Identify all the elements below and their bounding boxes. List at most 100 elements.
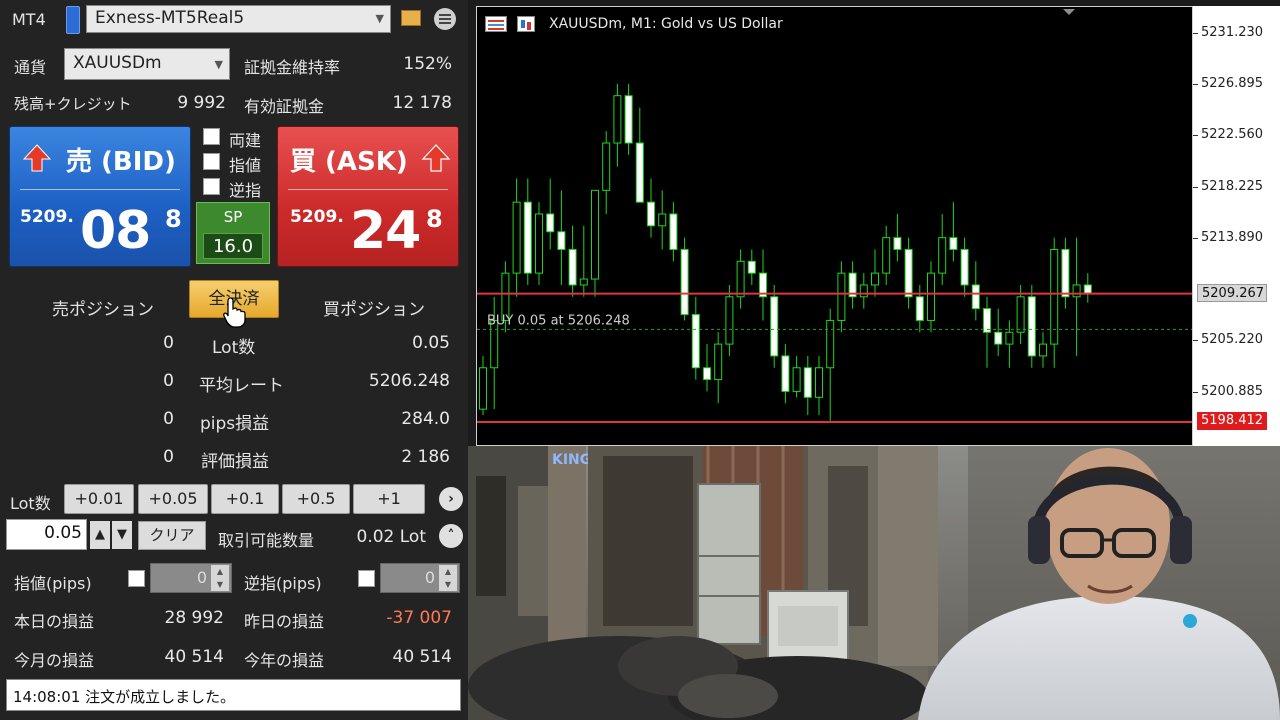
stop-pips-value: 0 xyxy=(424,568,435,587)
menu-icon[interactable] xyxy=(434,8,456,30)
stop-pips-checkbox[interactable] xyxy=(358,570,375,587)
candle-body xyxy=(714,343,723,381)
price-axis: 5231.230 5226.895 5222.560 5218.225 5213.890… xyxy=(1193,6,1280,446)
sell-button[interactable]: 売 (BID) 5209. 08 8 xyxy=(9,126,191,267)
lot-plus-005-button[interactable]: +0.05 xyxy=(138,484,208,514)
candle-body xyxy=(893,237,902,250)
today-pnl-label: 本日の損益 xyxy=(14,612,95,631)
price-tick-label: 5222.560 xyxy=(1201,127,1264,143)
margin-level-label: 証拠金維持率 xyxy=(244,58,341,77)
street-photo: KING xyxy=(468,446,1280,720)
limit-pips-checkbox[interactable] xyxy=(128,570,145,587)
lot-plus-01-button[interactable]: +0.1 xyxy=(211,484,279,514)
price-chart[interactable]: BUY 0.05 at 5206.248 XAUUSDm, M1: Gold v… xyxy=(476,6,1193,446)
stop-pips-label: 逆指(pips) xyxy=(244,574,322,593)
candle-body xyxy=(546,213,555,233)
balance-value: 9 992 xyxy=(177,93,226,113)
candle-body xyxy=(669,213,678,250)
lot-step-label: +0.5 xyxy=(296,489,336,508)
today-pnl-value: 28 992 xyxy=(164,608,224,628)
account-select-value: Exness-MT5Real5 xyxy=(95,8,245,28)
candle-body xyxy=(949,237,958,250)
account-color-indicator xyxy=(66,6,80,34)
candle-body xyxy=(859,284,868,298)
chevron-down-icon: ▼ xyxy=(214,58,223,71)
arrow-up-icon xyxy=(22,144,52,172)
lot-up-icon[interactable]: ▲ xyxy=(90,521,110,549)
stop-label: 逆指 xyxy=(229,181,262,200)
limit-checkbox[interactable] xyxy=(203,153,220,170)
candle-body xyxy=(815,367,823,398)
stop-checkbox[interactable] xyxy=(203,178,220,195)
candle-body xyxy=(1016,296,1025,333)
stop-pips-spinner[interactable]: 0 ▲ ▼ xyxy=(380,563,460,593)
pnl-row-label: 評価損益 xyxy=(201,452,269,472)
pips-row-label: pips損益 xyxy=(200,414,270,434)
candle-body xyxy=(680,248,689,316)
buy-divider xyxy=(288,189,448,190)
candle-body xyxy=(1072,284,1081,298)
buy-price-point: 8 xyxy=(426,205,443,233)
limit-pips-spinner[interactable]: 0 ▲ ▼ xyxy=(150,563,232,593)
chart-canvas: BUY 0.05 at 5206.248 xyxy=(477,9,1192,424)
candle-body xyxy=(658,213,667,227)
chevron-up-icon[interactable]: ˄ xyxy=(439,524,463,548)
lot-down-icon[interactable]: ▼ xyxy=(112,521,132,549)
spinner-down-icon[interactable]: ▼ xyxy=(439,578,457,591)
spinner-up-icon[interactable]: ▲ xyxy=(211,565,229,578)
candle-body xyxy=(938,237,947,274)
clear-button[interactable]: クリア xyxy=(138,521,206,550)
sell-price-point: 8 xyxy=(165,205,182,233)
lot-plus-001-button[interactable]: +0.01 xyxy=(64,484,134,514)
webcam-view: KING xyxy=(468,446,1280,720)
buy-button[interactable]: 買 (ASK) 5209. 24 8 xyxy=(277,126,459,267)
price-tick-label: 5200.885 xyxy=(1201,383,1264,399)
candle-body xyxy=(725,296,734,345)
chart-title: XAUUSDm, M1: Gold vs US Dollar xyxy=(549,16,783,32)
chevron-right-icon[interactable]: › xyxy=(439,487,463,511)
candle-body xyxy=(882,237,891,274)
clear-label: クリア xyxy=(149,526,195,544)
trade-panel: MT4 Exness-MT5Real5 ▼ 通貨 XAUUSDm ▼ 証拠金維持… xyxy=(0,0,468,720)
candle-body xyxy=(770,296,779,357)
buy-pnl-value: 2 186 xyxy=(401,447,450,467)
candle-body xyxy=(703,367,711,381)
lot-input[interactable]: 0.05 xyxy=(6,519,87,550)
bid-price-tag: 5209.267 xyxy=(1197,283,1267,302)
folder-icon[interactable] xyxy=(401,10,421,26)
price-tick-mark xyxy=(1193,186,1198,188)
candle-body xyxy=(523,201,532,274)
candle-body xyxy=(568,248,577,286)
candle-body xyxy=(960,248,969,286)
spinner-up-icon[interactable]: ▲ xyxy=(439,565,457,578)
candle-body xyxy=(557,231,566,250)
lot-step-label: +0.05 xyxy=(148,489,198,508)
spinner-down-icon[interactable]: ▼ xyxy=(211,578,229,591)
limit-pips-value: 0 xyxy=(196,568,207,587)
lot-plus-05-button[interactable]: +0.5 xyxy=(282,484,350,514)
year-pnl-label: 今年の損益 xyxy=(244,651,325,670)
lot-plus-1-button[interactable]: +1 xyxy=(353,484,425,514)
price-tick-label: 5231.230 xyxy=(1201,24,1264,40)
candle-body xyxy=(1005,331,1014,345)
sell-pnl-value: 0 xyxy=(163,447,174,467)
candle-body xyxy=(904,248,913,298)
shop-sign: KING xyxy=(552,452,591,468)
candle-body xyxy=(635,142,644,203)
candle-body xyxy=(927,272,935,321)
account-select[interactable]: Exness-MT5Real5 ▼ xyxy=(86,5,391,33)
buy-pips-value: 284.0 xyxy=(401,409,450,429)
limit-label: 指値 xyxy=(229,156,262,175)
tradable-qty-value: 0.02 Lot xyxy=(356,527,427,547)
price-tick-label: 5213.890 xyxy=(1201,229,1264,245)
candle-body xyxy=(871,272,879,286)
candle-body xyxy=(792,367,801,392)
candle-body xyxy=(781,355,790,392)
symbol-select[interactable]: XAUUSDm ▼ xyxy=(64,48,230,80)
lot-step-label: +0.01 xyxy=(74,489,124,508)
buy-positions-label: 買ポジション xyxy=(323,300,425,320)
limit-pips-label: 指値(pips) xyxy=(14,574,92,593)
hedge-checkbox[interactable] xyxy=(203,128,220,145)
lot-label: Lot数 xyxy=(10,494,51,513)
chart-symbol-icon xyxy=(517,16,535,32)
